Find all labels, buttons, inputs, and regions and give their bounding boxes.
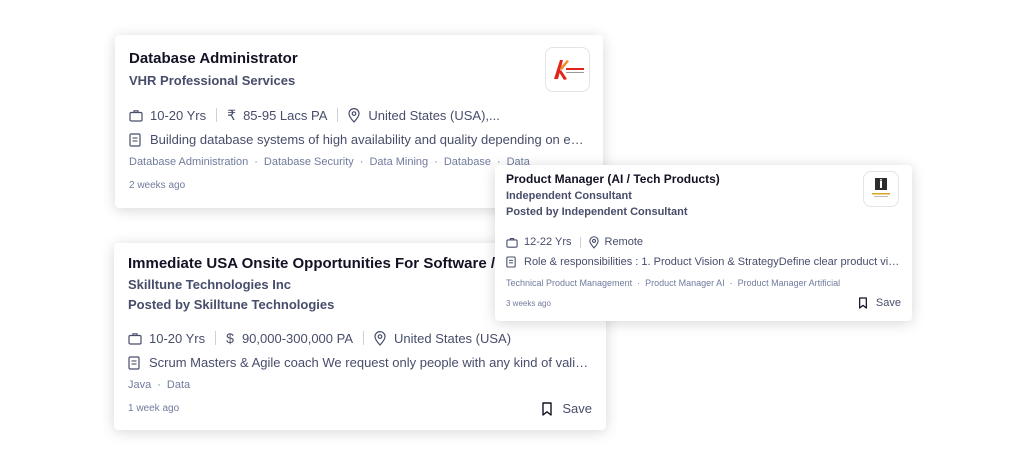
job-description: Role & responsibilities : 1. Product Vis… xyxy=(506,256,901,268)
location-pin-icon xyxy=(588,235,599,249)
job-title[interactable]: Database Administrator xyxy=(129,50,529,68)
experience: 10-20 Yrs xyxy=(149,330,206,346)
job-title[interactable]: Product Manager (AI / Tech Products) xyxy=(506,172,846,186)
bookmark-icon xyxy=(542,401,553,416)
briefcase-icon xyxy=(128,332,142,345)
vhr-logo-icon[interactable] xyxy=(545,47,590,92)
briefcase-icon xyxy=(129,109,143,122)
location-pin-icon xyxy=(374,330,386,346)
tag: Data xyxy=(166,379,191,391)
tag: Technical Product Management xyxy=(506,278,633,288)
tag: Java xyxy=(128,379,152,391)
save-button[interactable]: Save xyxy=(541,401,592,416)
tag: Database Administration xyxy=(129,156,249,168)
job-meta: 12-22 Yrs Remote xyxy=(506,235,901,249)
bookmark-icon xyxy=(858,297,867,309)
rupee-icon: ₹ xyxy=(227,106,237,123)
job-description: Scrum Masters & Agile coach We request o… xyxy=(128,355,592,370)
salary: 90,000-300,000 PA xyxy=(241,330,354,346)
skill-tags: Technical Product Management · Product Man… xyxy=(506,278,841,288)
save-label: Save xyxy=(875,297,901,309)
location: United States (USA),... xyxy=(368,107,500,123)
document-icon xyxy=(128,355,140,370)
posted-ago: 1 week ago xyxy=(128,403,180,414)
tag: Database Security xyxy=(263,156,354,168)
document-icon xyxy=(129,132,141,147)
company-name[interactable]: Independent Consultant xyxy=(506,190,901,202)
experience: 10-20 Yrs xyxy=(150,107,207,123)
job-description: Building database systems of high availa… xyxy=(129,132,589,147)
location-pin-icon xyxy=(348,107,360,123)
job-card-product-manager[interactable]: Product Manager (AI / Tech Products) Ind… xyxy=(495,165,912,321)
company-name[interactable]: VHR Professional Services xyxy=(129,73,589,88)
job-meta: 10-20 Yrs ₹ 85-95 Lacs PA United States … xyxy=(129,107,589,123)
save-label: Save xyxy=(562,401,592,416)
skill-tags: Java · Data xyxy=(128,379,191,391)
tag: Product Manager AI xyxy=(645,278,725,288)
job-title[interactable]: Immediate USA Onsite Opportunities For S… xyxy=(128,255,498,273)
document-icon xyxy=(506,256,516,268)
experience: 12-22 Yrs xyxy=(524,236,572,248)
independent-consultant-logo-icon[interactable] xyxy=(863,171,899,207)
save-button[interactable]: Save xyxy=(858,297,901,309)
tag: Product Manager Artificial xyxy=(737,278,841,288)
salary: 85-95 Lacs PA xyxy=(243,107,328,123)
tag: Database xyxy=(443,156,491,168)
location: United States (USA) xyxy=(394,330,512,346)
tag: Data Mining xyxy=(369,156,429,168)
posted-ago: 3 weeks ago xyxy=(506,298,551,308)
posted-by: Posted by Independent Consultant xyxy=(506,206,688,218)
dollar-icon: $ xyxy=(226,330,234,346)
posted-ago: 2 weeks ago xyxy=(129,180,186,191)
job-meta: 10-20 Yrs $ 90,000-300,000 PA United Sta… xyxy=(128,330,592,346)
location: Remote xyxy=(604,236,644,248)
briefcase-icon xyxy=(506,237,518,248)
